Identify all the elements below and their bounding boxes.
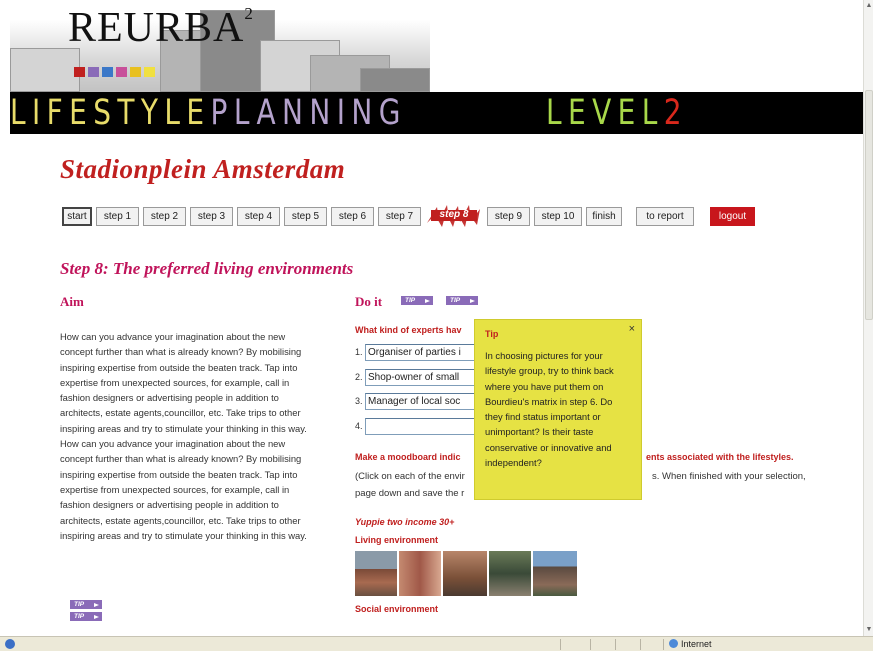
- nav-step-8-active[interactable]: step 8: [425, 201, 483, 229]
- logout-button[interactable]: logout: [710, 207, 755, 226]
- nav-finish-button[interactable]: finish: [586, 207, 622, 226]
- aim-heading: Aim: [60, 294, 84, 309]
- page-title: Stadionplein Amsterdam: [60, 154, 346, 184]
- experts-question: What kind of experts hav: [355, 325, 462, 335]
- answer-number: 1.: [355, 347, 363, 357]
- nav-step-3-button[interactable]: step 3: [190, 207, 233, 226]
- living-environment-label: Living environment: [355, 535, 439, 545]
- nav-step-4-button[interactable]: step 4: [237, 207, 280, 226]
- lifestyle-group-label: Yuppie two income 30+: [355, 517, 455, 527]
- nav-step-10-button[interactable]: step 10: [534, 207, 582, 226]
- banner-title: LIFESTYLEPLANNING: [10, 93, 407, 133]
- instruction-text: (Click on each of the envir: [355, 471, 465, 482]
- building-shape: [10, 48, 80, 92]
- nav-step-1-button[interactable]: step 1: [96, 207, 139, 226]
- logo-color-squares: [74, 64, 158, 82]
- doit-heading: Do it: [355, 294, 383, 309]
- building-shape: [360, 68, 430, 92]
- status-divider: [640, 639, 641, 650]
- zone-label: Internet: [681, 639, 712, 649]
- nav-step-7-button[interactable]: step 7: [378, 207, 421, 226]
- photo-thumbnail[interactable]: [399, 551, 441, 596]
- status-divider: [590, 639, 591, 650]
- doit-tip-button-1[interactable]: TIP: [401, 296, 433, 305]
- scroll-up-icon[interactable]: ▲: [865, 1, 873, 11]
- aim-text: How can you advance your imagination abo…: [60, 331, 307, 541]
- level-banner: LIFESTYLEPLANNING LEVEL2: [10, 92, 863, 134]
- tip-title: Tip: [485, 329, 499, 339]
- scroll-down-icon[interactable]: ▼: [865, 625, 873, 635]
- aim-tip-button[interactable]: TIP: [70, 600, 102, 609]
- status-divider: [663, 639, 664, 650]
- header-photo-collage: REURBA2: [10, 0, 430, 92]
- instruction-text-end: s. When finished with your selection,: [652, 471, 806, 482]
- reurba-logo: REURBA2: [68, 4, 254, 51]
- status-divider: [615, 639, 616, 650]
- nav-step-5-button[interactable]: step 5: [284, 207, 327, 226]
- banner-level: LEVEL2: [546, 93, 688, 133]
- page-icon: [5, 639, 15, 649]
- photo-thumbnail[interactable]: [489, 551, 531, 596]
- social-environment-label: Social environment: [355, 604, 439, 614]
- answer-number: 2.: [355, 372, 363, 382]
- status-divider: [560, 639, 561, 650]
- aim-tip-button-2[interactable]: TIP: [70, 612, 102, 621]
- photo-thumbnail[interactable]: [443, 551, 487, 596]
- globe-icon: [669, 639, 678, 648]
- moodboard-question: Make a moodboard indic: [355, 452, 461, 462]
- browser-status-bar: Internet: [0, 636, 873, 651]
- vertical-scrollbar[interactable]: ▲ ▼: [863, 0, 873, 636]
- answer-number: 3.: [355, 396, 363, 406]
- site-header: REURBA2 LIFESTYLEPLANNING LEVEL2: [10, 0, 863, 135]
- photo-thumbnail[interactable]: [355, 551, 397, 596]
- close-icon[interactable]: ×: [629, 323, 635, 335]
- scrollbar-thumb[interactable]: [865, 90, 873, 320]
- security-zone: Internet: [669, 639, 712, 649]
- to-report-button[interactable]: to report: [636, 207, 694, 226]
- doit-tip-button-2[interactable]: TIP: [446, 296, 478, 305]
- nav-step-6-button[interactable]: step 6: [331, 207, 374, 226]
- answer-number: 4.: [355, 421, 363, 431]
- nav-start-button[interactable]: start: [62, 207, 92, 226]
- moodboard-question-end: ents associated with the lifestyles.: [646, 452, 794, 462]
- tip-popup: Tip × In choosing pictures for your life…: [474, 319, 642, 500]
- nav-step-2-button[interactable]: step 2: [143, 207, 186, 226]
- photo-thumbnail[interactable]: [533, 551, 577, 596]
- nav-step-9-button[interactable]: step 9: [487, 207, 530, 226]
- tip-text: In choosing pictures for your lifestyle …: [485, 350, 614, 469]
- step-title: Step 8: The preferred living environment…: [60, 259, 354, 278]
- instruction-text-line2: page down and save the r: [355, 488, 465, 499]
